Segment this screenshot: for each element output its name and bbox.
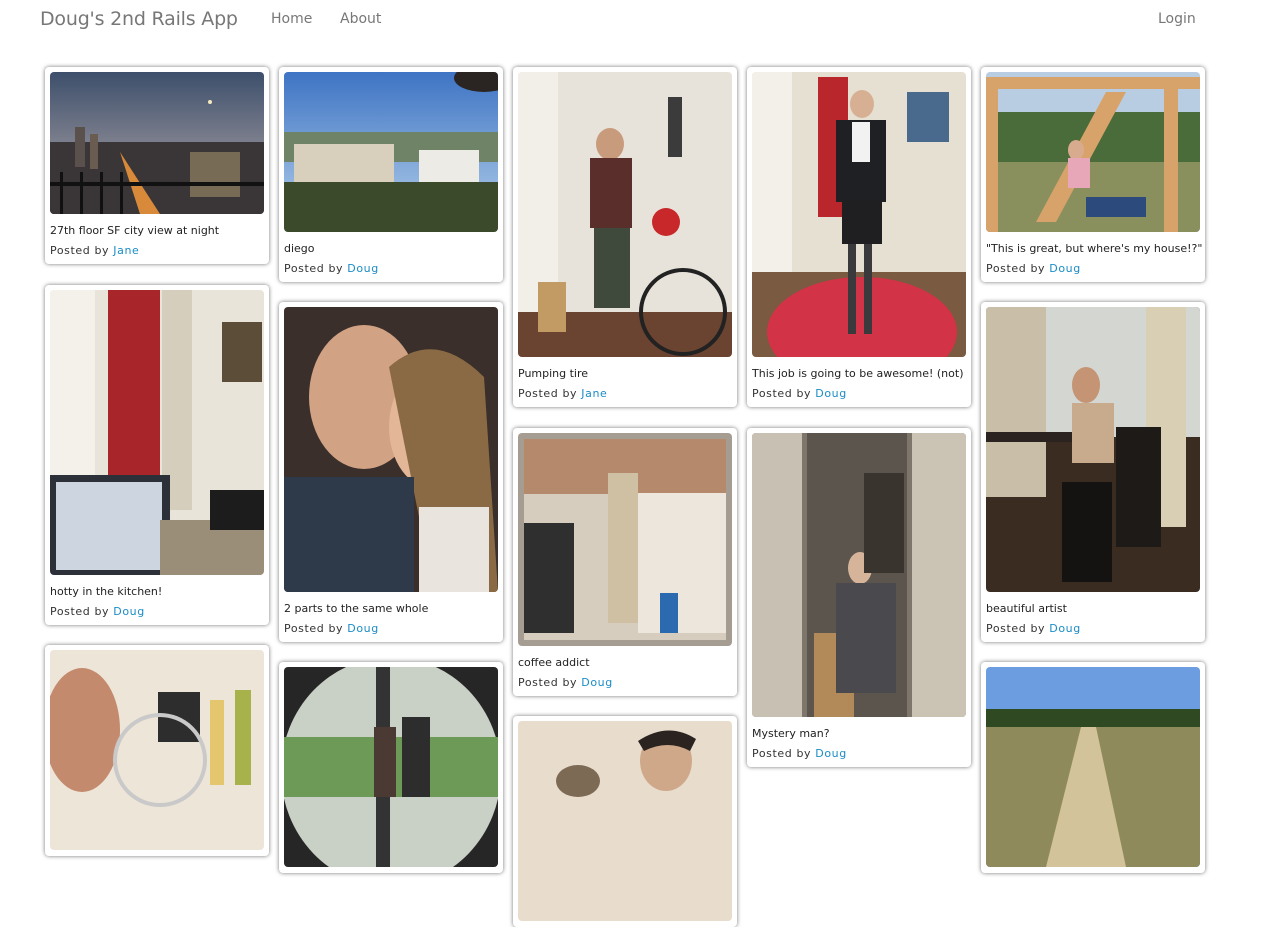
pin-card[interactable] <box>981 662 1205 873</box>
pin-photo[interactable] <box>50 650 264 850</box>
posted-by: Posted by Doug <box>284 262 379 275</box>
pin-card[interactable]: "This is great, but where's my house!?" … <box>981 67 1205 282</box>
pin-card[interactable] <box>45 645 269 856</box>
author-link[interactable]: Doug <box>581 676 613 689</box>
pin-caption: "This is great, but where's my house!?" <box>986 242 1203 255</box>
pin-photo[interactable] <box>752 72 966 357</box>
posted-by: Posted by Doug <box>752 747 847 760</box>
nav-home-link[interactable]: Home <box>271 11 312 27</box>
pin-card[interactable]: Pumping tire Posted by Jane <box>513 67 737 407</box>
pin-photo[interactable] <box>518 721 732 921</box>
pin-photo[interactable] <box>50 290 264 575</box>
pin-caption: 27th floor SF city view at night <box>50 224 220 237</box>
pin-card[interactable]: hotty in the kitchen! Posted by Doug <box>45 285 269 625</box>
pin-photo[interactable] <box>518 72 732 357</box>
pin-card[interactable]: This job is going to be awesome! (not) P… <box>747 67 971 407</box>
login-link[interactable]: Login <box>1158 11 1196 27</box>
pin-photo[interactable] <box>986 307 1200 592</box>
pin-card[interactable]: diego Posted by Doug <box>279 67 503 282</box>
pin-photo[interactable] <box>284 307 498 592</box>
author-link[interactable]: Doug <box>1049 622 1081 635</box>
pin-card[interactable]: Mystery man? Posted by Doug <box>747 428 971 767</box>
posted-by: Posted by Jane <box>518 387 608 400</box>
author-link[interactable]: Doug <box>815 387 847 400</box>
posted-by: Posted by Doug <box>50 605 145 618</box>
pin-card[interactable]: 27th floor SF city view at night Posted … <box>45 67 269 264</box>
nav-about-link[interactable]: About <box>340 11 381 27</box>
posted-by: Posted by Doug <box>986 622 1081 635</box>
posted-by: Posted by Doug <box>284 622 379 635</box>
pin-photo[interactable] <box>986 667 1200 867</box>
pin-photo[interactable] <box>284 72 498 232</box>
pin-caption: hotty in the kitchen! <box>50 585 163 598</box>
author-link[interactable]: Jane <box>113 244 139 257</box>
navbar: Doug's 2nd Rails App Home About Login <box>0 0 1275 40</box>
author-link[interactable]: Doug <box>815 747 847 760</box>
author-link[interactable]: Doug <box>347 262 379 275</box>
posted-by: Posted by Jane <box>50 244 140 257</box>
pin-caption: coffee addict <box>518 656 590 669</box>
pin-caption: diego <box>284 242 315 255</box>
pin-caption: Pumping tire <box>518 367 589 380</box>
author-link[interactable]: Doug <box>113 605 145 618</box>
pin-photo[interactable] <box>50 72 264 214</box>
author-link[interactable]: Jane <box>581 387 607 400</box>
posted-by: Posted by Doug <box>986 262 1081 275</box>
pin-photo[interactable] <box>518 433 732 646</box>
pin-caption: This job is going to be awesome! (not) <box>752 367 964 380</box>
pin-caption: beautiful artist <box>986 602 1067 615</box>
posted-by: Posted by Doug <box>752 387 847 400</box>
pin-card[interactable]: beautiful artist Posted by Doug <box>981 302 1205 642</box>
pin-photo[interactable] <box>986 72 1200 232</box>
pin-photo[interactable] <box>752 433 966 717</box>
pin-card[interactable] <box>513 716 737 927</box>
pin-card[interactable]: coffee addict Posted by Doug <box>513 428 737 696</box>
pin-caption: Mystery man? <box>752 727 830 740</box>
brand-link[interactable]: Doug's 2nd Rails App <box>40 8 238 30</box>
posted-by: Posted by Doug <box>518 676 613 689</box>
author-link[interactable]: Doug <box>1049 262 1081 275</box>
pin-caption: 2 parts to the same whole <box>284 602 429 615</box>
pin-card[interactable] <box>279 662 503 873</box>
pin-card[interactable]: 2 parts to the same whole Posted by Doug <box>279 302 503 642</box>
author-link[interactable]: Doug <box>347 622 379 635</box>
pin-photo[interactable] <box>284 667 498 867</box>
